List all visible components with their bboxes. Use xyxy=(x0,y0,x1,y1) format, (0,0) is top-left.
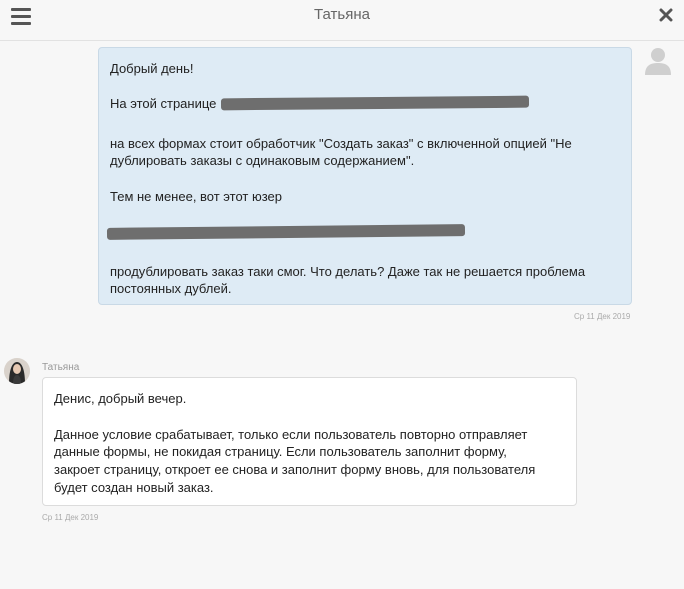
message-text: дублировать заказы с одинаковым содержан… xyxy=(110,153,415,168)
message-text: данные формы, не покидая страницу. Если … xyxy=(54,444,507,459)
sender-name: Татьяна xyxy=(42,362,80,373)
message-text: Тем не менее, вот этот юзер xyxy=(110,189,283,204)
message-text: На этой странице xyxy=(110,96,217,111)
message-text: продублировать заказ таки смог. Что дела… xyxy=(110,264,586,279)
incoming-message-bubble: Денис, добрый вечер. Данное условие сраб… xyxy=(42,377,577,506)
message-text: Добрый день! xyxy=(110,61,194,76)
avatar xyxy=(4,358,30,384)
chat-title: Татьяна xyxy=(314,6,370,23)
message-timestamp: Ср 11 Дек 2019 xyxy=(42,513,99,522)
user-silhouette-icon xyxy=(644,46,672,76)
redacted-link xyxy=(106,224,466,240)
message-text: закроет страницу, откроет ее снова и зап… xyxy=(54,462,536,477)
message-text: будет создан новый заказ. xyxy=(54,480,214,495)
message-text: постоянных дублей. xyxy=(110,281,232,296)
message-text: Данное условие срабатывает, только если … xyxy=(54,427,528,442)
redacted-link xyxy=(220,95,530,111)
outgoing-message-bubble: Добрый день! На этой странице на всех фо… xyxy=(98,47,632,305)
chat-header: Татьяна xyxy=(0,0,684,41)
message-text: Денис, добрый вечер. xyxy=(54,391,187,406)
message-timestamp: Ср 11 Дек 2019 xyxy=(574,312,631,321)
message-text: на всех формах стоит обработчик "Создать… xyxy=(110,136,572,151)
close-icon[interactable] xyxy=(659,5,677,27)
